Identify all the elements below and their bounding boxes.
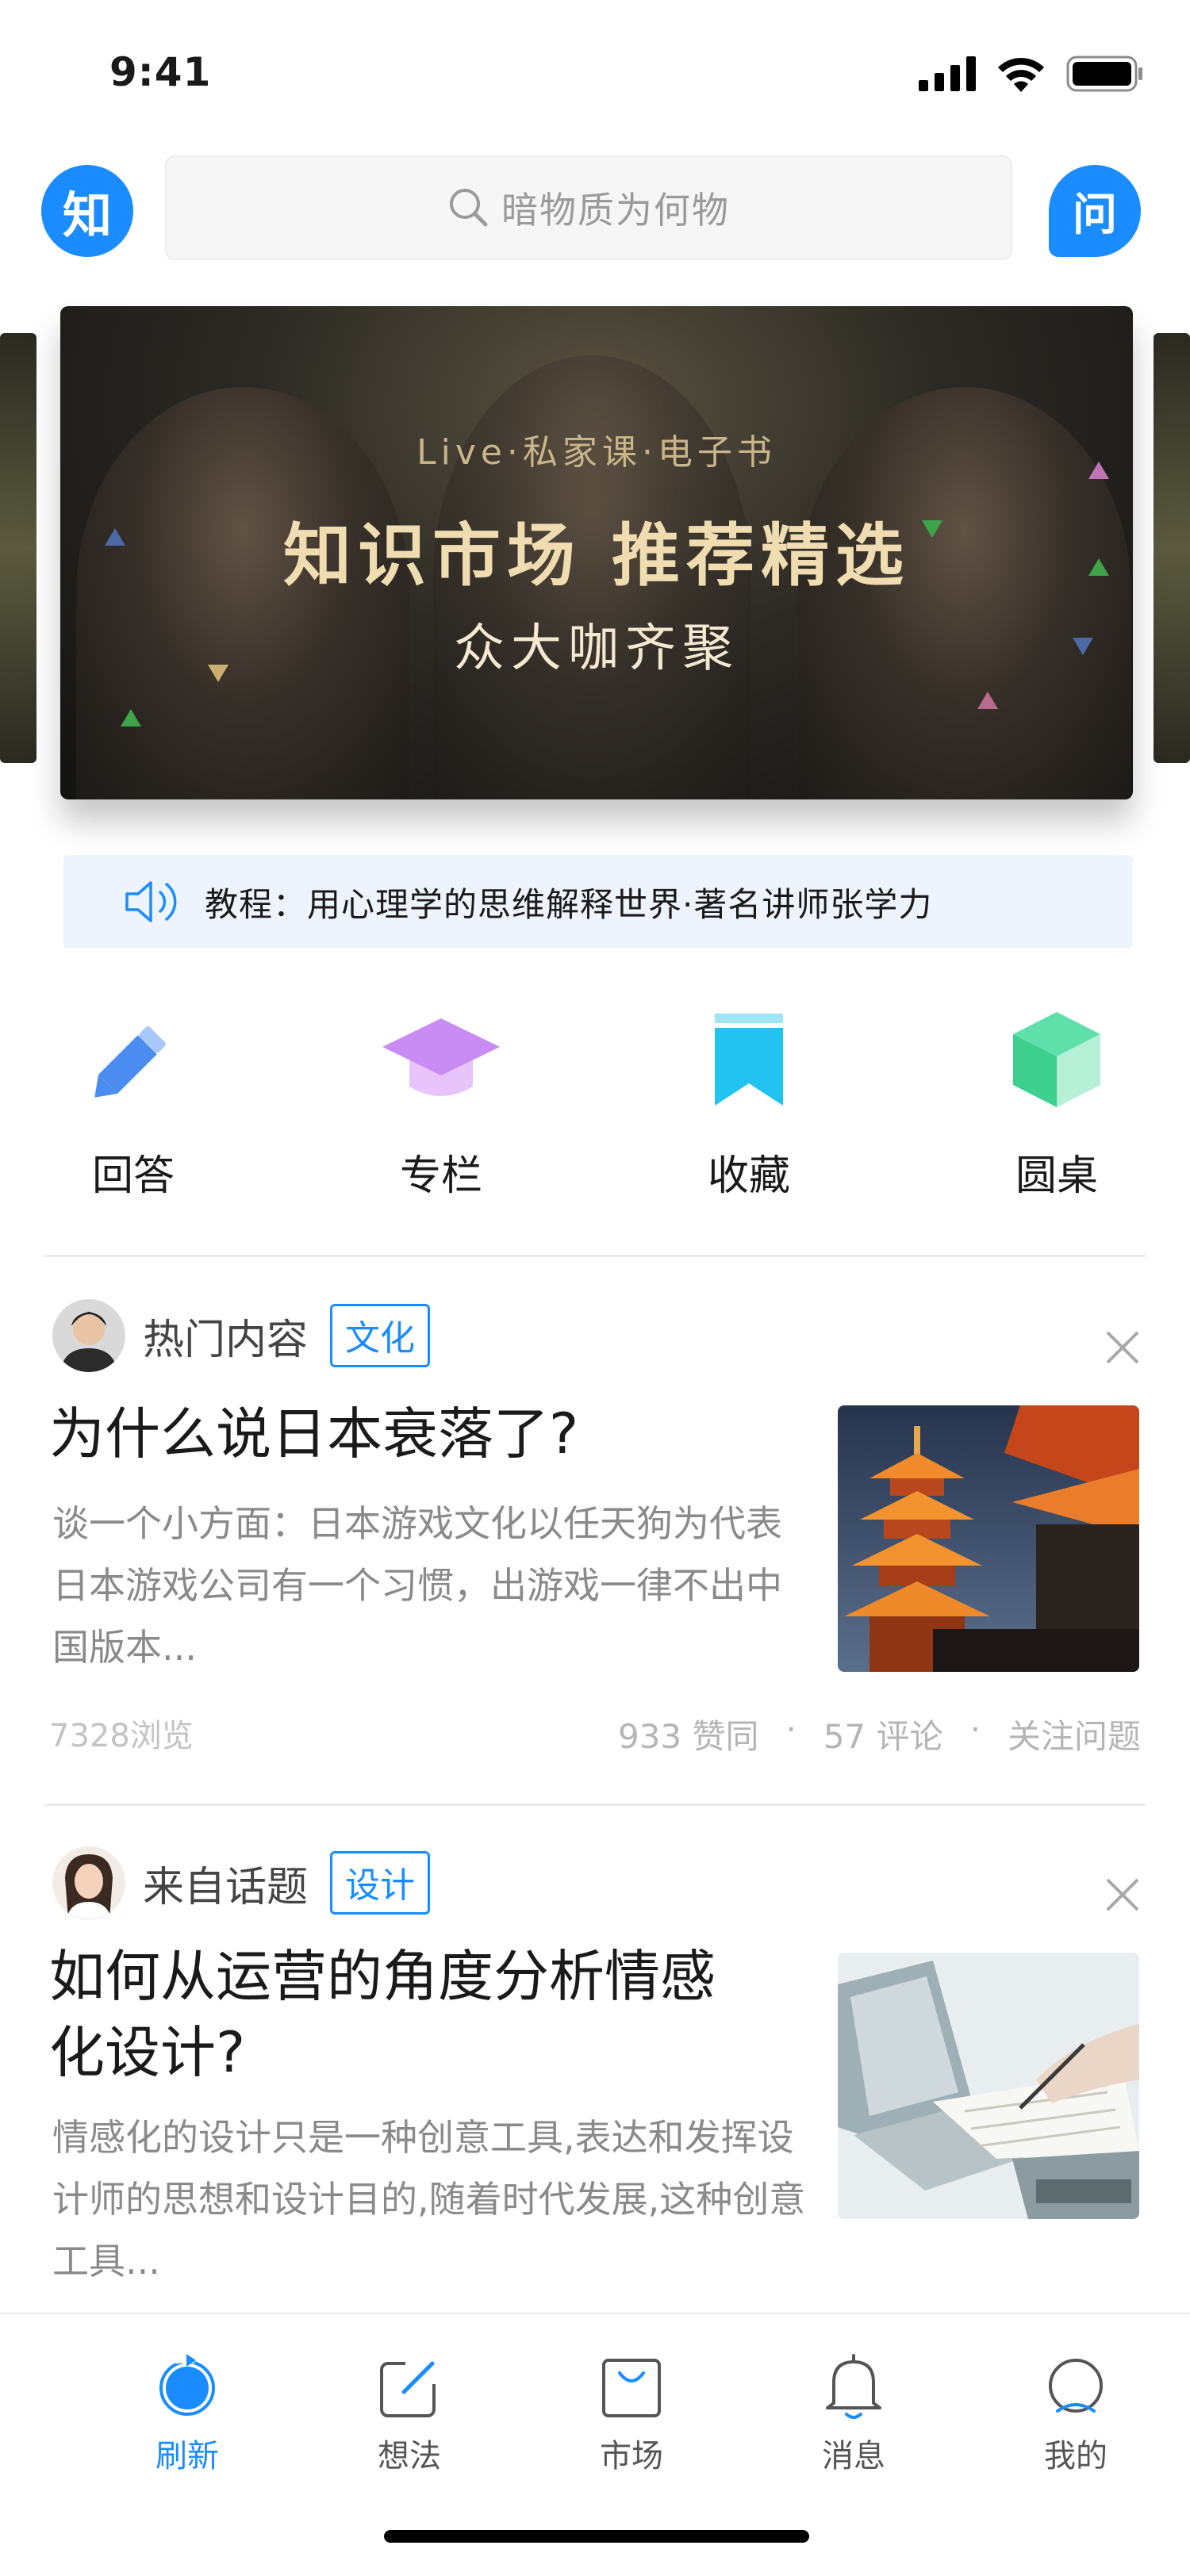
- banner-title: 知识市场 推荐精选: [283, 516, 910, 596]
- laptop-desk-image: [838, 1953, 1139, 2219]
- section-divider: [44, 1255, 1146, 1257]
- banner-next-peek[interactable]: [1154, 333, 1190, 763]
- pagoda-image: [838, 1405, 1139, 1672]
- card-header: 热门内容 文化: [52, 1298, 431, 1374]
- card-thumbnail[interactable]: [838, 1405, 1139, 1672]
- shortcut-column[interactable]: 专栏: [346, 1007, 536, 1213]
- status-icons: [919, 56, 1144, 92]
- search-icon: [450, 189, 488, 227]
- shortcut-label: 专栏: [399, 1152, 482, 1200]
- avatar[interactable]: [52, 1846, 125, 1919]
- refresh-icon: [159, 2354, 215, 2416]
- announcement-bar[interactable]: 教程：用心理学的思维解释世界·著名讲师张学力: [63, 855, 1133, 949]
- search-placeholder: 暗物质为何物: [501, 189, 730, 232]
- tab-refresh[interactable]: 刷新: [116, 2351, 259, 2478]
- ask-question-button[interactable]: 问: [1049, 165, 1141, 257]
- topic-tag[interactable]: 设计: [330, 1851, 431, 1915]
- close-icon[interactable]: [1104, 1329, 1141, 1366]
- zhihu-logo[interactable]: 知: [41, 165, 133, 257]
- tab-label: 刷新: [155, 2438, 219, 2474]
- tab-label: 市场: [600, 2438, 663, 2474]
- announcement-text: 教程：用心理学的思维解释世界·著名讲师张学力: [205, 884, 933, 924]
- card-title[interactable]: 为什么说日本衰落了?: [49, 1396, 578, 1472]
- banner-tagline: 众大咖齐聚: [454, 619, 739, 678]
- speaker-icon: [125, 881, 177, 922]
- card-excerpt[interactable]: 谈一个小方面：日本游戏文化以任天狗为代表日本游戏公司有一个习惯，出游戏一律不出中…: [52, 1493, 803, 1678]
- banner-prev-peek[interactable]: [0, 333, 36, 763]
- graduation-cap-icon: [382, 1018, 500, 1096]
- status-time: 9:41: [109, 49, 212, 95]
- wifi-icon: [998, 57, 1044, 92]
- like-count[interactable]: 933 赞同: [618, 1710, 759, 1758]
- dot-separator: ·: [969, 1710, 981, 1749]
- battery-icon: [1066, 56, 1142, 92]
- shortcut-favorites[interactable]: 收藏: [654, 1007, 844, 1213]
- shortcut-label: 回答: [91, 1152, 175, 1200]
- tab-market[interactable]: 市场: [560, 2351, 703, 2478]
- tab-label: 想法: [378, 2438, 441, 2474]
- home-indicator[interactable]: [384, 2530, 809, 2543]
- shortcut-roundtable[interactable]: 圆桌: [962, 1007, 1152, 1213]
- card-excerpt[interactable]: 情感化的设计只是一种创意工具,表达和发挥设计师的思想和设计目的,随着时代发展,这…: [52, 2106, 814, 2292]
- compose-icon: [380, 2356, 437, 2417]
- shopping-bag-icon: [602, 2359, 661, 2417]
- card-source: 热门内容: [143, 1316, 309, 1364]
- section-divider: [44, 1804, 1146, 1806]
- close-icon[interactable]: [1104, 1876, 1141, 1913]
- tab-thoughts[interactable]: 想法: [338, 2351, 481, 2478]
- card-source: 来自话题: [143, 1863, 309, 1911]
- bookmark-icon: [715, 1014, 783, 1106]
- shortcut-label: 收藏: [707, 1152, 790, 1200]
- cellular-signal-icon: [919, 56, 976, 91]
- tab-messages[interactable]: 消息: [782, 2351, 925, 2478]
- card-title-line-1[interactable]: 如何从运营的角度分析情感: [49, 1938, 716, 2014]
- shortcut-label: 圆桌: [1015, 1152, 1098, 1200]
- topic-tag[interactable]: 文化: [330, 1304, 431, 1367]
- card-stats: 933 赞同 · 57 评论 · 关注问题: [618, 1710, 1141, 1758]
- confetti-shape: [121, 709, 141, 726]
- avatar-image: [52, 1846, 125, 1919]
- feed-card[interactable]: 来自话题 设计 如何从运营的角度分析情感 化设计? 情感化的设计只是一种创意工具…: [0, 1845, 1190, 2321]
- avatar-image: [52, 1299, 125, 1372]
- cube-icon: [1013, 1012, 1100, 1107]
- banner-subtitle: Live·私家课·电子书: [416, 432, 777, 473]
- zhihu-home-screen: 9:41 知 暗物质为何物 问 Live·私家课·电子书 知识市场 推荐精选 众…: [0, 0, 1190, 2576]
- card-title-line-2[interactable]: 化设计?: [49, 2014, 245, 2091]
- status-bar: 9:41: [0, 0, 1190, 151]
- pencil-icon: [94, 1026, 166, 1098]
- feed-card[interactable]: 热门内容 文化 为什么说日本衰落了? 谈一个小方面：日本游戏文化以任天狗为代表日…: [0, 1298, 1190, 1773]
- confetti-shape: [977, 692, 998, 709]
- tab-profile[interactable]: 我的: [1004, 2351, 1147, 2478]
- tab-label: 消息: [822, 2438, 885, 2474]
- follow-question-link[interactable]: 关注问题: [1008, 1710, 1141, 1758]
- bell-icon: [826, 2354, 881, 2419]
- profile-icon: [1049, 2359, 1103, 2413]
- dot-separator: ·: [785, 1710, 797, 1749]
- search-input[interactable]: 暗物质为何物: [165, 155, 1012, 260]
- card-header: 来自话题 设计: [52, 1845, 431, 1921]
- shortcut-grid: 回答 专栏 收藏 圆桌: [0, 1007, 1190, 1213]
- view-count: 7328浏览: [49, 1718, 194, 1754]
- tab-label: 我的: [1044, 2438, 1107, 2474]
- avatar[interactable]: [52, 1299, 125, 1372]
- comment-count[interactable]: 57 评论: [823, 1710, 943, 1758]
- card-thumbnail[interactable]: [838, 1953, 1139, 2219]
- shortcut-answer[interactable]: 回答: [38, 1007, 228, 1213]
- promo-banner[interactable]: Live·私家课·电子书 知识市场 推荐精选 众大咖齐聚: [60, 306, 1133, 799]
